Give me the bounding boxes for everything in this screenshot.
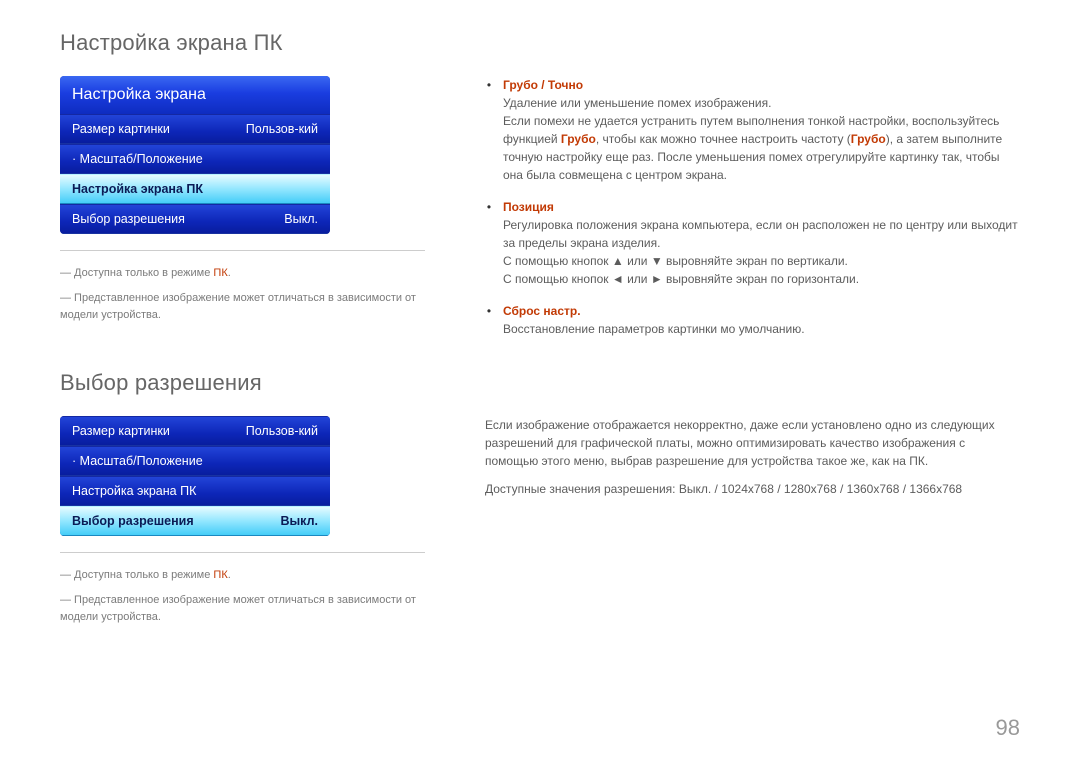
footnotes-2: ― Доступна только в режиме ПК. ― Предста… (60, 552, 425, 626)
osd-row-label: Размер картинки (72, 122, 170, 136)
osd-row-label: Настройка экрана ПК (72, 182, 203, 196)
footnote-1b: ― Представленное изображение может отлич… (60, 290, 425, 324)
bullet2-text3: С помощью кнопок ◄ или ► выровняйте экра… (503, 272, 859, 286)
footnote-2a: ― Доступна только в режиме ПК. (60, 567, 425, 584)
osd-row[interactable]: Выбор разрешения Выкл. (60, 506, 330, 536)
footnote-1a: ― Доступна только в режиме ПК. (60, 265, 425, 282)
osd-row-value: Выкл. (280, 514, 318, 528)
osd-row-label: Выбор разрешения (72, 212, 185, 226)
osd-row-value: Пользов-кий (246, 424, 318, 438)
page-number: 98 (996, 715, 1020, 741)
bullet2-text1: Регулировка положения экрана компьютера,… (503, 218, 1018, 250)
section1-body: • Грубо / Точно Удаление или уменьшение … (485, 76, 1020, 344)
osd-row[interactable]: Размер картинки Пользов-кий (60, 416, 330, 446)
bullet1-title: Грубо / Точно (503, 78, 583, 92)
osd-row[interactable]: Выбор разрешения Выкл. (60, 204, 330, 234)
osd-row-label: · Масштаб/Положение (72, 454, 203, 468)
bullet2-title: Позиция (503, 200, 554, 214)
osd-row[interactable]: Размер картинки Пользов-кий (60, 114, 330, 144)
osd-row-label: · Масштаб/Положение (72, 152, 203, 166)
bullet1-text1: Удаление или уменьшение помех изображени… (503, 96, 771, 110)
bullet3-title: Сброс настр. (503, 304, 581, 318)
osd-row-label: Выбор разрешения (72, 514, 194, 528)
section1-title: Настройка экрана ПК (60, 30, 1020, 56)
osd-row[interactable]: Настройка экрана ПК (60, 476, 330, 506)
section2-para2: Доступные значения разрешения: Выкл. / 1… (485, 480, 1020, 498)
osd-row[interactable]: Настройка экрана ПК (60, 174, 330, 204)
section2-title: Выбор разрешения (60, 370, 1020, 396)
bullet3-text1: Восстановление параметров картинки мо ум… (503, 322, 805, 336)
osd-menu-1: Настройка экрана Размер картинки Пользов-к… (60, 76, 330, 234)
section2-para1: Если изображение отображается некорректн… (485, 416, 1020, 470)
osd-row-label: Размер картинки (72, 424, 170, 438)
footnote-2b: ― Представленное изображение может отлич… (60, 592, 425, 626)
osd-row-value: Пользов-кий (246, 122, 318, 136)
osd-row[interactable]: · Масштаб/Положение (60, 446, 330, 476)
osd-title: Настройка экрана (60, 76, 330, 114)
section2-body: Если изображение отображается некорректн… (485, 416, 1020, 508)
footnotes-1: ― Доступна только в режиме ПК. ― Предста… (60, 250, 425, 324)
bullet2-text2: С помощью кнопок ▲ или ▼ выровняйте экра… (503, 254, 848, 268)
osd-menu-2: Размер картинки Пользов-кий · Масштаб/Поло… (60, 416, 330, 536)
osd-row[interactable]: · Масштаб/Положение (60, 144, 330, 174)
osd-row-value: Выкл. (284, 212, 318, 226)
osd-row-label: Настройка экрана ПК (72, 484, 196, 498)
